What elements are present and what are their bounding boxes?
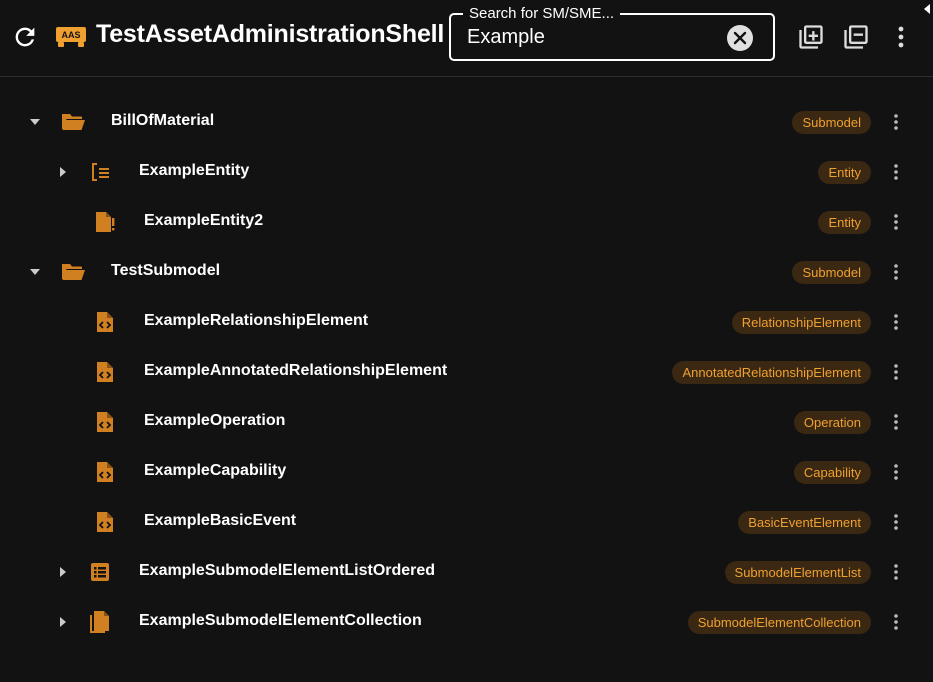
file-code-icon [92,509,118,535]
row-menu-button[interactable] [887,260,905,284]
tree-row[interactable]: BillOfMaterial Submodel [0,97,933,147]
model-type-chip: Entity [818,161,871,184]
search-input[interactable] [467,23,707,51]
entity-icon [87,159,113,185]
collapse-all-button[interactable] [840,22,872,52]
tree-row[interactable]: ExampleBasicEvent BasicEventElement [0,497,933,547]
close-icon [733,31,747,45]
aas-logo-text: AAS [61,30,80,40]
row-menu-button[interactable] [887,210,905,234]
caret-right-icon [60,167,66,177]
tree-node-label[interactable]: ExampleBasicEvent [144,512,296,530]
header-menu-button[interactable] [889,22,913,52]
file-code-icon [92,309,118,335]
more-vert-icon [894,514,898,530]
refresh-icon [15,27,35,47]
model-type-chip: AnnotatedRelationshipElement [672,361,871,384]
more-vert-icon [894,464,898,480]
more-vert-icon [894,164,898,180]
row-menu-button[interactable] [887,610,905,634]
row-menu-button[interactable] [887,460,905,484]
row-menu-button[interactable] [887,310,905,334]
model-type-chip: SubmodelElementList [724,561,871,584]
expand-node-button[interactable] [53,562,73,582]
model-type-chip: Capability [793,461,871,484]
collapse-all-icon [844,25,868,49]
more-vert-icon [894,564,898,580]
expand-all-icon [799,25,823,49]
more-vert-icon [894,114,898,130]
collapse-panel-icon[interactable] [921,3,933,15]
row-menu-button[interactable] [887,360,905,384]
more-vert-icon [894,364,898,380]
search-field[interactable]: Search for SM/SME... [449,5,775,61]
more-vert-icon [894,414,898,430]
expand-node-button[interactable] [53,612,73,632]
more-vert-icon [894,264,898,280]
list-box-icon [87,559,113,585]
model-type-chip: BasicEventElement [738,511,871,534]
row-menu-button[interactable] [887,160,905,184]
tree-row[interactable]: ExampleEntity Entity [0,147,933,197]
refresh-button[interactable] [9,23,41,51]
folder-open-icon [60,109,86,135]
tree-node-label[interactable]: ExampleEntity [139,162,249,180]
caret-right-icon [60,617,66,627]
search-label: Search for SM/SME... [463,5,621,22]
row-menu-button[interactable] [887,510,905,534]
header-bar: AAS TestAssetAdministrationShell Search … [0,0,933,77]
expand-all-button[interactable] [795,22,827,52]
caret-right-icon [60,567,66,577]
tree-node-label[interactable]: ExampleOperation [144,412,285,430]
file-code-icon [92,459,118,485]
model-type-chip: Submodel [792,261,871,284]
more-vert-icon [898,26,904,48]
tree-node-label[interactable]: ExampleAnnotatedRelationshipElement [144,362,447,380]
aas-logo: AAS [55,26,87,48]
tree-node-label[interactable]: ExampleCapability [144,462,286,480]
more-vert-icon [894,314,898,330]
caret-down-icon [30,119,40,125]
file-code-icon [92,409,118,435]
page-title: TestAssetAdministrationShell [96,20,445,48]
submodel-tree: BillOfMaterial Submodel ExampleEntity Entit… [0,97,933,647]
file-multiple-icon [87,609,113,635]
model-type-chip: RelationshipElement [731,311,871,334]
tree-node-label[interactable]: ExampleRelationshipElement [144,312,368,330]
row-menu-button[interactable] [887,110,905,134]
folder-open-icon [60,259,86,285]
clear-search-button[interactable] [727,25,753,51]
row-menu-button[interactable] [887,560,905,584]
tree-node-label[interactable]: TestSubmodel [111,262,220,280]
row-menu-button[interactable] [887,410,905,434]
more-vert-icon [894,614,898,630]
file-code-icon [92,359,118,385]
tree-row[interactable]: ExampleCapability Capability [0,447,933,497]
model-type-chip: Operation [793,411,871,434]
tree-row[interactable]: ExampleOperation Operation [0,397,933,447]
collapse-node-button[interactable] [25,112,45,132]
caret-down-icon [30,269,40,275]
app-window: AAS TestAssetAdministrationShell Search … [0,0,933,682]
model-type-chip: SubmodelElementCollection [687,611,871,634]
collapse-node-button[interactable] [25,262,45,282]
tree-row[interactable]: ExampleEntity2 Entity [0,197,933,247]
tree-row[interactable]: TestSubmodel Submodel [0,247,933,297]
tree-node-label[interactable]: ExampleSubmodelElementListOrdered [139,562,435,580]
tree-row[interactable]: ExampleRelationshipElement RelationshipEl… [0,297,933,347]
more-vert-icon [894,214,898,230]
tree-node-label[interactable]: ExampleEntity2 [144,212,263,230]
model-type-chip: Entity [818,211,871,234]
tree-node-label[interactable]: BillOfMaterial [111,112,214,130]
file-alert-icon [92,209,118,235]
tree-row[interactable]: ExampleSubmodelElementCollection Submodel… [0,597,933,647]
tree-row[interactable]: ExampleSubmodelElementListOrdered Submode… [0,547,933,597]
tree-node-label[interactable]: ExampleSubmodelElementCollection [139,612,422,630]
model-type-chip: Submodel [792,111,871,134]
expand-node-button[interactable] [53,162,73,182]
tree-row[interactable]: ExampleAnnotatedRelationshipElement Annot… [0,347,933,397]
